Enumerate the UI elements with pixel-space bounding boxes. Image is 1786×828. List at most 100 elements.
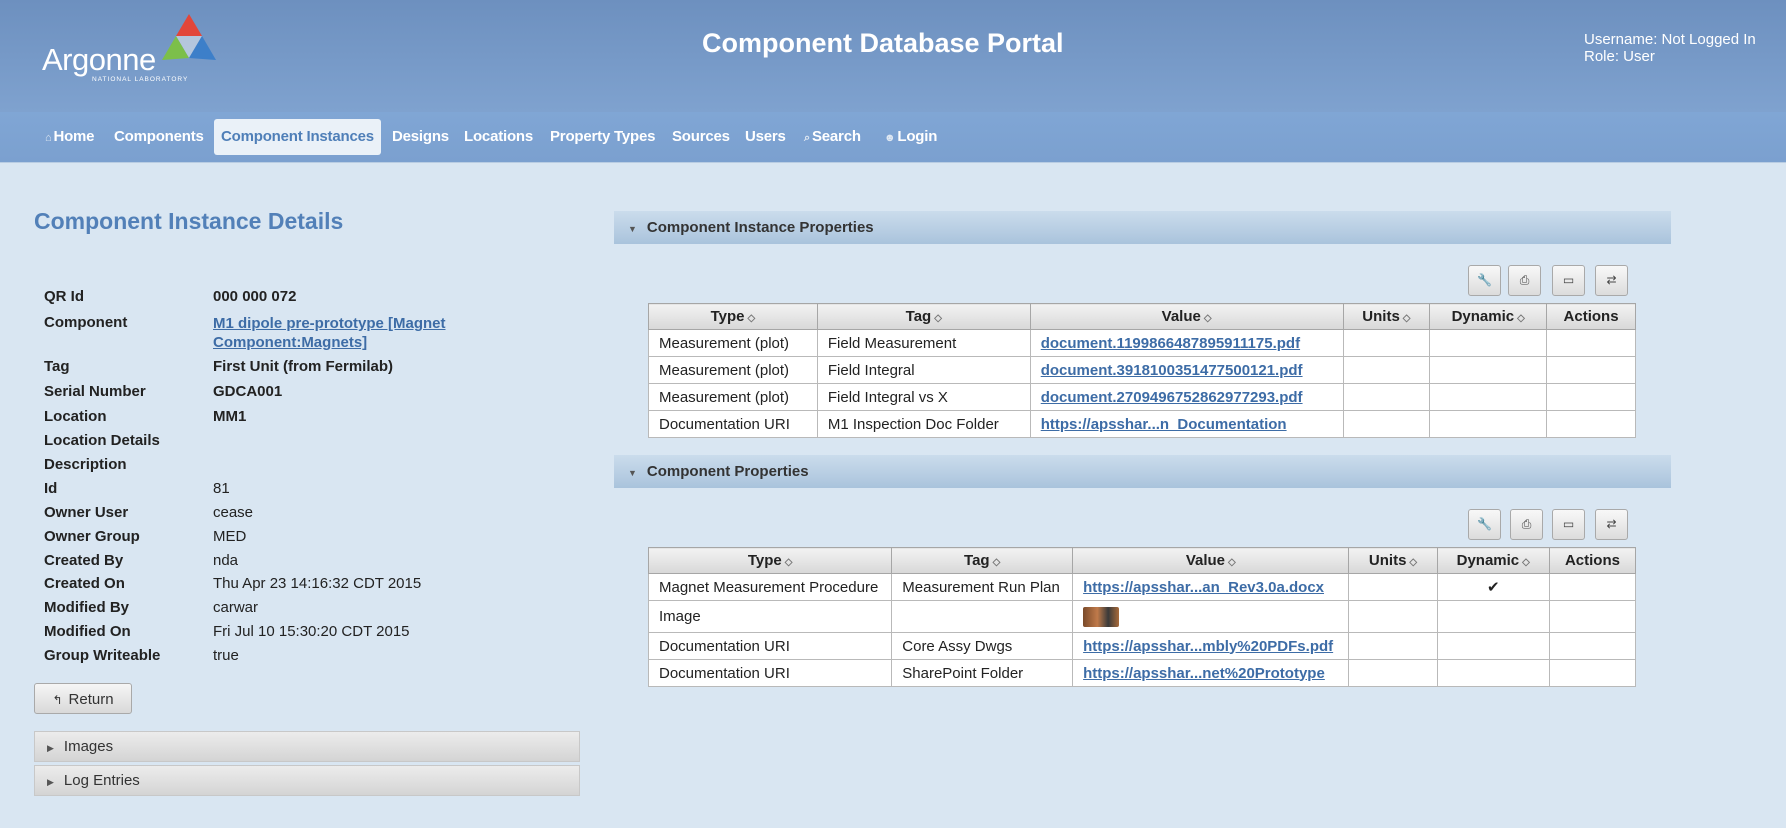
collapse-triangle-icon: ▼: [628, 468, 637, 478]
cell-type: Image: [647, 600, 893, 633]
nav-locations[interactable]: Locations: [457, 119, 540, 155]
value-link[interactable]: document.2709496752862977293.pdf: [1041, 389, 1303, 406]
detail-value-component[interactable]: M1 dipole pre-prototype [Magnet Componen…: [213, 314, 446, 352]
detail-value-qr-id: 000 000 072: [213, 288, 297, 305]
print-icon: ⎙: [1521, 517, 1532, 531]
sort-icon: ◇: [1228, 557, 1236, 568]
log-entries-accordion[interactable]: ▶ Log Entries: [34, 765, 580, 796]
columns-button[interactable]: ▭: [1552, 509, 1585, 540]
cell-units: [1348, 573, 1438, 601]
component-properties-table: Type ◇ Tag ◇ Value ◇ Units ◇ Dynamic ◇ Action…: [647, 547, 1637, 687]
cell-units: [1342, 383, 1431, 411]
cell-value: https://apsshar...net%20Prototype: [1072, 659, 1350, 687]
cell-actions: [1546, 383, 1636, 411]
col-dynamic[interactable]: Dynamic ◇: [1429, 303, 1548, 330]
detail-value-created-on: Thu Apr 23 14:16:32 CDT 2015: [213, 575, 422, 592]
nav-designs[interactable]: Designs: [385, 119, 456, 155]
image-thumbnail[interactable]: [1083, 606, 1120, 627]
component-link-line1[interactable]: M1 dipole pre-prototype [Magnet: [213, 315, 446, 332]
nav-property-types[interactable]: Property Types: [543, 119, 662, 155]
nav-components[interactable]: Components: [107, 119, 211, 155]
value-link[interactable]: https://apsshar...an_Rev3.0a.docx: [1083, 579, 1324, 596]
cell-dynamic: [1436, 632, 1550, 660]
cell-dynamic: [1429, 356, 1548, 384]
detail-label-qr-id: QR Id: [44, 288, 84, 305]
images-accordion[interactable]: ▶ Images: [34, 731, 580, 762]
table-row: Measurement (plot) Field Measurement doc…: [648, 329, 1636, 357]
col-tag[interactable]: Tag ◇: [891, 547, 1074, 574]
cell-dynamic: [1429, 383, 1548, 411]
user-info: Username: Not Logged In Role: User: [1584, 31, 1756, 65]
value-link[interactable]: https://apsshar...mbly%20PDFs.pdf: [1083, 638, 1333, 655]
detail-value-id: 81: [213, 480, 230, 497]
checkmark-icon: ✔: [1486, 579, 1500, 596]
detail-value-location: MM1: [213, 408, 247, 425]
export-icon: ⇄: [1606, 273, 1617, 287]
col-value[interactable]: Value ◇: [1072, 547, 1350, 574]
cell-value: document.2709496752862977293.pdf: [1029, 383, 1344, 411]
nav-login[interactable]: ☻ Login: [877, 119, 944, 155]
detail-label-serial-number: Serial Number: [44, 383, 146, 400]
customize-button[interactable]: 🔧: [1468, 509, 1501, 540]
cell-units: [1342, 410, 1431, 438]
sort-icon: ◇: [1409, 557, 1418, 568]
cell-dynamic: [1436, 600, 1550, 633]
col-units[interactable]: Units ◇: [1348, 547, 1438, 574]
detail-value-owner-user: cease: [213, 504, 254, 521]
value-link[interactable]: document.3918100351477500121.pdf: [1041, 362, 1303, 379]
cell-tag: Core Assy Dwgs: [891, 632, 1074, 660]
cell-tag: M1 Inspection Doc Folder: [816, 410, 1031, 438]
username-label: Username: Not Logged In: [1584, 31, 1756, 48]
nav-sources[interactable]: Sources: [665, 119, 737, 155]
cell-units: [1342, 329, 1431, 357]
sort-icon: ◇: [992, 557, 1001, 568]
print-button[interactable]: ⎙: [1510, 509, 1543, 540]
table-row: Image: [647, 600, 1637, 633]
nav-search[interactable]: ⌕ Search: [797, 119, 868, 155]
page-title: Component Instance Details: [34, 208, 344, 234]
return-button[interactable]: ↰ Return: [34, 683, 132, 714]
cell-type: Measurement (plot): [648, 383, 818, 411]
print-button[interactable]: ⎙: [1508, 265, 1541, 296]
table-row: Measurement (plot) Field Integral vs X d…: [648, 383, 1636, 411]
detail-value-owner-group: MED: [213, 528, 247, 545]
cell-actions: [1548, 573, 1637, 601]
nav-component-instances[interactable]: Component Instances: [214, 119, 381, 155]
value-link[interactable]: https://apsshar...n_Documentation: [1041, 416, 1287, 433]
col-value[interactable]: Value ◇: [1029, 303, 1344, 330]
col-dynamic[interactable]: Dynamic ◇: [1436, 547, 1550, 574]
columns-button[interactable]: ▭: [1552, 265, 1585, 296]
component-properties-header[interactable]: ▼ Component Properties: [614, 455, 1671, 488]
export-button[interactable]: ⇄: [1595, 265, 1628, 296]
nav-home[interactable]: ⌂ Home: [38, 119, 101, 155]
col-type[interactable]: Type ◇: [647, 547, 893, 574]
value-link[interactable]: https://apsshar...net%20Prototype: [1083, 665, 1325, 682]
expand-triangle-icon: ▶: [47, 743, 54, 753]
nav-users[interactable]: Users: [738, 119, 793, 155]
cell-actions: [1546, 356, 1636, 384]
col-units[interactable]: Units ◇: [1342, 303, 1431, 330]
customize-button[interactable]: 🔧: [1468, 265, 1501, 296]
collapse-triangle-icon: ▼: [628, 224, 637, 234]
cell-value: [1072, 600, 1350, 633]
col-type[interactable]: Type ◇: [648, 303, 818, 330]
header: Argonne NATIONAL LABORATORY Component Da…: [0, 0, 1786, 112]
col-tag[interactable]: Tag ◇: [816, 303, 1031, 330]
sort-icon: ◇: [784, 557, 793, 568]
cell-value: document.3918100351477500121.pdf: [1029, 356, 1344, 384]
sort-icon: ◇: [934, 313, 942, 324]
value-link[interactable]: document.1199866487895911175.pdf: [1041, 335, 1300, 352]
cell-units: [1348, 659, 1438, 687]
detail-label-component: Component: [44, 314, 128, 331]
component-link-line2[interactable]: Component:Magnets]: [213, 334, 367, 351]
cell-value: https://apsshar...mbly%20PDFs.pdf: [1072, 632, 1350, 660]
export-button[interactable]: ⇄: [1595, 509, 1628, 540]
table-row: Documentation URI M1 Inspection Doc Fold…: [648, 410, 1636, 438]
instance-properties-header[interactable]: ▼ Component Instance Properties: [614, 211, 1671, 244]
table-row: Documentation URI Core Assy Dwgs https:/…: [647, 632, 1637, 660]
sort-icon: ◇: [1402, 313, 1411, 324]
cell-tag: Field Integral: [816, 356, 1031, 384]
argonne-logo[interactable]: Argonne NATIONAL LABORATORY: [42, 14, 222, 86]
detail-value-modified-on: Fri Jul 10 15:30:20 CDT 2015: [213, 623, 410, 640]
user-icon: ☻: [884, 132, 896, 144]
